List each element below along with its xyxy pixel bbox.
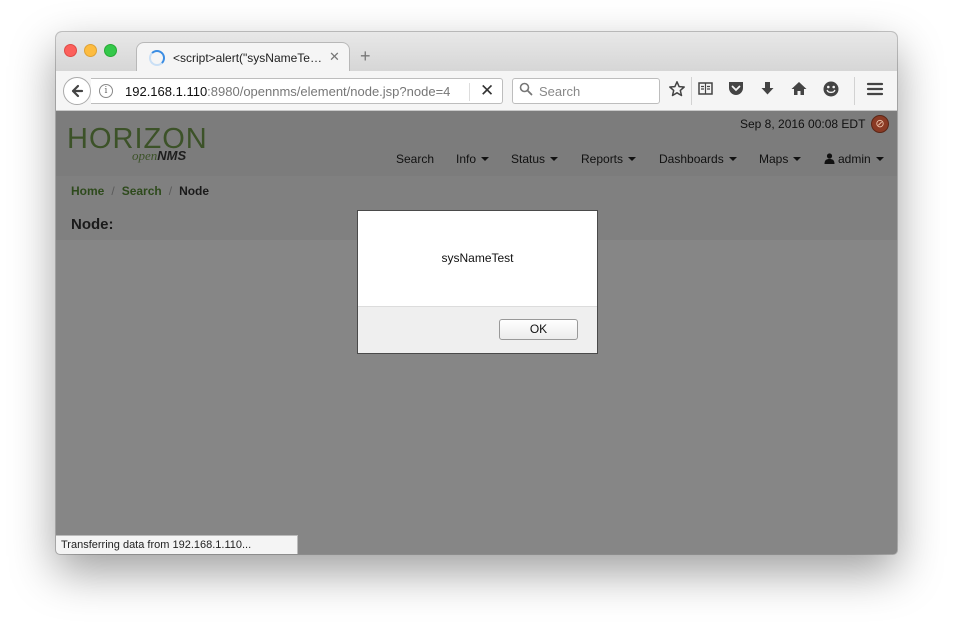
stop-loading-icon[interactable]: ✕ (480, 81, 494, 101)
nav-user-label: admin (838, 152, 871, 166)
url-text[interactable]: 192.168.1.110:8980/opennms/element/node.… (125, 84, 450, 99)
bookmark-star-icon[interactable] (668, 80, 686, 98)
nav-dashboards-label: Dashboards (659, 152, 724, 166)
url-host: 192.168.1.110 (125, 84, 208, 99)
chevron-down-icon (875, 157, 884, 161)
ok-button[interactable]: OK (499, 319, 578, 340)
alert-message: sysNameTest (441, 251, 514, 265)
nav-user-menu[interactable]: admin (824, 152, 884, 166)
title-bar: <script>alert("sysNameTes... ✕ + (56, 32, 897, 72)
url-path: :8980/opennms/element/node.jsp?node=4 (207, 84, 451, 99)
back-button[interactable] (63, 77, 91, 105)
home-icon[interactable] (790, 80, 808, 97)
browser-tab[interactable]: <script>alert("sysNameTes... ✕ (136, 42, 350, 72)
nav-reports[interactable]: Reports (581, 152, 637, 166)
logo-open-text: open (132, 148, 158, 163)
site-info-icon[interactable]: i (99, 84, 113, 98)
server-timestamp: Sep 8, 2016 00:08 EDT (740, 117, 866, 131)
chevron-down-icon (550, 157, 559, 161)
chevron-down-icon (481, 157, 490, 161)
nav-reports-label: Reports (581, 152, 624, 166)
nav-status[interactable]: Status (511, 152, 559, 166)
tab-title: <script>alert("sysNameTes... (173, 51, 323, 65)
search-icon (519, 82, 533, 96)
window-maximize-button[interactable] (104, 44, 117, 57)
nav-info-label: Info (456, 152, 477, 166)
search-bar[interactable]: Search (512, 78, 660, 104)
breadcrumb-separator: / (168, 184, 173, 198)
window-minimize-button[interactable] (84, 44, 97, 57)
reading-list-icon[interactable] (697, 80, 714, 97)
nav-maps[interactable]: Maps (759, 152, 802, 166)
nav-info[interactable]: Info (456, 152, 490, 166)
breadcrumb-separator: / (111, 184, 115, 198)
new-tab-icon[interactable]: + (360, 47, 371, 65)
loading-spinner-icon (149, 50, 165, 66)
menu-hamburger-icon[interactable] (866, 80, 884, 98)
nav-maps-label: Maps (759, 152, 789, 166)
app-header: HORIZON openNMS Sep 8, 2016 00:08 EDT ⊘ … (56, 111, 897, 176)
chevron-down-icon (793, 157, 802, 161)
notification-bell-off-icon[interactable]: ⊘ (871, 115, 889, 133)
opennms-logo: openNMS (132, 148, 186, 164)
toolbar-separator (691, 77, 692, 105)
nav-status-label: Status (511, 152, 546, 166)
logo-nms-text: NMS (157, 148, 187, 163)
status-bar: Transferring data from 192.168.1.110... (56, 535, 298, 554)
nav-dashboards[interactable]: Dashboards (659, 152, 737, 166)
window-close-button[interactable] (64, 44, 77, 57)
pocket-icon[interactable] (727, 80, 745, 97)
page-title: Node: (71, 216, 114, 233)
navigation-toolbar: i 192.168.1.110:8980/opennms/element/nod… (56, 71, 897, 111)
toolbar-separator (854, 77, 855, 105)
chevron-down-icon (628, 157, 637, 161)
breadcrumb: Home / Search / Node (71, 184, 209, 198)
breadcrumb-home[interactable]: Home (71, 184, 104, 198)
chevron-down-icon (728, 157, 737, 161)
search-input[interactable]: Search (539, 84, 580, 99)
alert-footer: OK (358, 306, 597, 353)
user-icon (824, 153, 835, 164)
nav-search[interactable]: Search (396, 152, 434, 166)
url-bar[interactable]: i 192.168.1.110:8980/opennms/element/nod… (91, 78, 503, 104)
alert-dialog: sysNameTest OK (357, 210, 598, 354)
breadcrumb-current: Node (179, 184, 210, 198)
url-divider (469, 83, 470, 101)
back-arrow-icon (71, 84, 84, 98)
download-icon[interactable] (759, 80, 776, 98)
tab-close-icon[interactable]: ✕ (329, 49, 340, 65)
hello-smiley-icon[interactable] (822, 80, 840, 98)
breadcrumb-search[interactable]: Search (122, 184, 162, 198)
